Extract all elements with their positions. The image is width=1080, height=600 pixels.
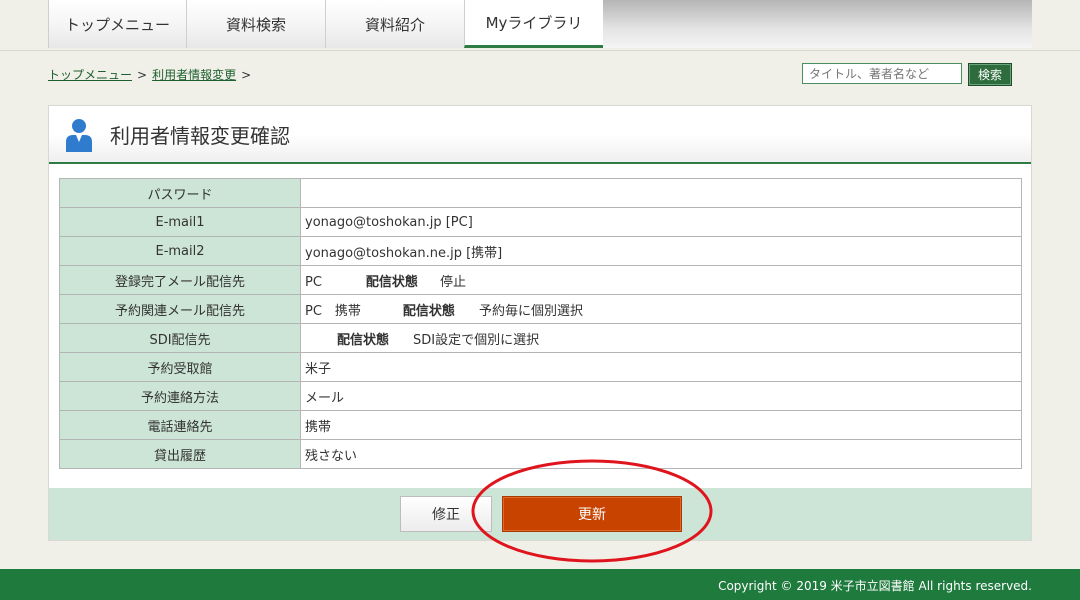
search-input[interactable] bbox=[802, 63, 962, 84]
breadcrumb-separator: > bbox=[241, 68, 252, 82]
delivery-status-value: 停止 bbox=[439, 274, 466, 290]
confirm-panel: 利用者情報変更確認 パスワード E-mail1 yonago@toshokan.… bbox=[48, 105, 1032, 541]
row-label: 電話連絡先 bbox=[59, 410, 301, 440]
delivery-status-label: 配信状態 bbox=[402, 303, 455, 319]
row-value: PC 携帯 配信状態 予約毎に個別選択 bbox=[300, 294, 1022, 324]
row-value: 配信状態 SDI設定で個別に選択 bbox=[300, 323, 1022, 353]
search-button[interactable]: 検索 bbox=[968, 63, 1012, 86]
table-row: E-mail2 yonago@toshokan.ne.jp [携帯] bbox=[59, 236, 1022, 266]
delivery-status-label: 配信状態 bbox=[365, 274, 418, 290]
row-value: メール bbox=[300, 381, 1022, 411]
tab-top-menu[interactable]: トップメニュー bbox=[48, 0, 187, 48]
breadcrumb-separator: > bbox=[137, 68, 148, 82]
button-bar: 修正 更新 bbox=[49, 488, 1031, 540]
row-value: 米子 bbox=[300, 352, 1022, 382]
table-row: 電話連絡先 携帯 bbox=[59, 410, 1022, 440]
edit-button[interactable]: 修正 bbox=[400, 496, 492, 532]
panel-header: 利用者情報変更確認 bbox=[49, 106, 1031, 164]
nav-filler bbox=[603, 0, 1032, 48]
table-row: 登録完了メール配信先 PC 配信状態 停止 bbox=[59, 265, 1022, 295]
row-label: E-mail1 bbox=[59, 207, 301, 237]
row-label: E-mail2 bbox=[59, 236, 301, 266]
row-label: 予約関連メール配信先 bbox=[59, 294, 301, 324]
top-bar: トップメニュー 資料検索 資料紹介 Myライブラリ bbox=[0, 0, 1080, 51]
row-value: PC 配信状態 停止 bbox=[300, 265, 1022, 295]
row-value: yonago@toshokan.jp [PC] bbox=[300, 207, 1022, 237]
table-row: パスワード bbox=[59, 178, 1022, 208]
table-row: 予約関連メール配信先 PC 携帯 配信状態 予約毎に個別選択 bbox=[59, 294, 1022, 324]
breadcrumb-top-menu[interactable]: トップメニュー bbox=[48, 68, 132, 82]
row-label: パスワード bbox=[59, 178, 301, 208]
row-label: 予約連絡方法 bbox=[59, 381, 301, 411]
row-value: yonago@toshokan.ne.jp [携帯] bbox=[300, 236, 1022, 266]
row-value: 残さない bbox=[300, 439, 1022, 469]
delivery-target: PC 携帯 bbox=[305, 303, 361, 319]
table-row: E-mail1 yonago@toshokan.jp [PC] bbox=[59, 207, 1022, 237]
copyright-text: Copyright © 2019 米子市立図書館 All rights rese… bbox=[718, 579, 1032, 593]
delivery-target: PC bbox=[305, 274, 322, 290]
tab-my-library[interactable]: Myライブラリ bbox=[464, 0, 604, 48]
row-label: 予約受取館 bbox=[59, 352, 301, 382]
delivery-status-label: 配信状態 bbox=[337, 332, 390, 348]
row-label: 登録完了メール配信先 bbox=[59, 265, 301, 295]
update-button[interactable]: 更新 bbox=[502, 496, 682, 532]
row-label: 貸出履歴 bbox=[59, 439, 301, 469]
table-row: 貸出履歴 残さない bbox=[59, 439, 1022, 469]
breadcrumb: トップメニュー > 利用者情報変更 > bbox=[48, 66, 256, 83]
table-row: 予約連絡方法 メール bbox=[59, 381, 1022, 411]
table-row: SDI配信先 配信状態 SDI設定で個別に選択 bbox=[59, 323, 1022, 353]
tab-material-search[interactable]: 資料検索 bbox=[186, 0, 326, 48]
page-title: 利用者情報変更確認 bbox=[110, 124, 290, 148]
user-info-table: パスワード E-mail1 yonago@toshokan.jp [PC] E-… bbox=[59, 178, 1022, 469]
row-value: 携帯 bbox=[300, 410, 1022, 440]
user-icon bbox=[66, 119, 92, 152]
row-value bbox=[300, 178, 1022, 208]
delivery-status-value: 予約毎に個別選択 bbox=[478, 303, 583, 319]
row-label: SDI配信先 bbox=[59, 323, 301, 353]
breadcrumb-user-info-change[interactable]: 利用者情報変更 bbox=[152, 68, 236, 82]
table-row: 予約受取館 米子 bbox=[59, 352, 1022, 382]
main-nav: トップメニュー 資料検索 資料紹介 Myライブラリ bbox=[48, 0, 1032, 50]
footer: Copyright © 2019 米子市立図書館 All rights rese… bbox=[0, 569, 1080, 600]
tab-material-intro[interactable]: 資料紹介 bbox=[325, 0, 465, 48]
delivery-status-value: SDI設定で個別に選択 bbox=[413, 332, 540, 348]
